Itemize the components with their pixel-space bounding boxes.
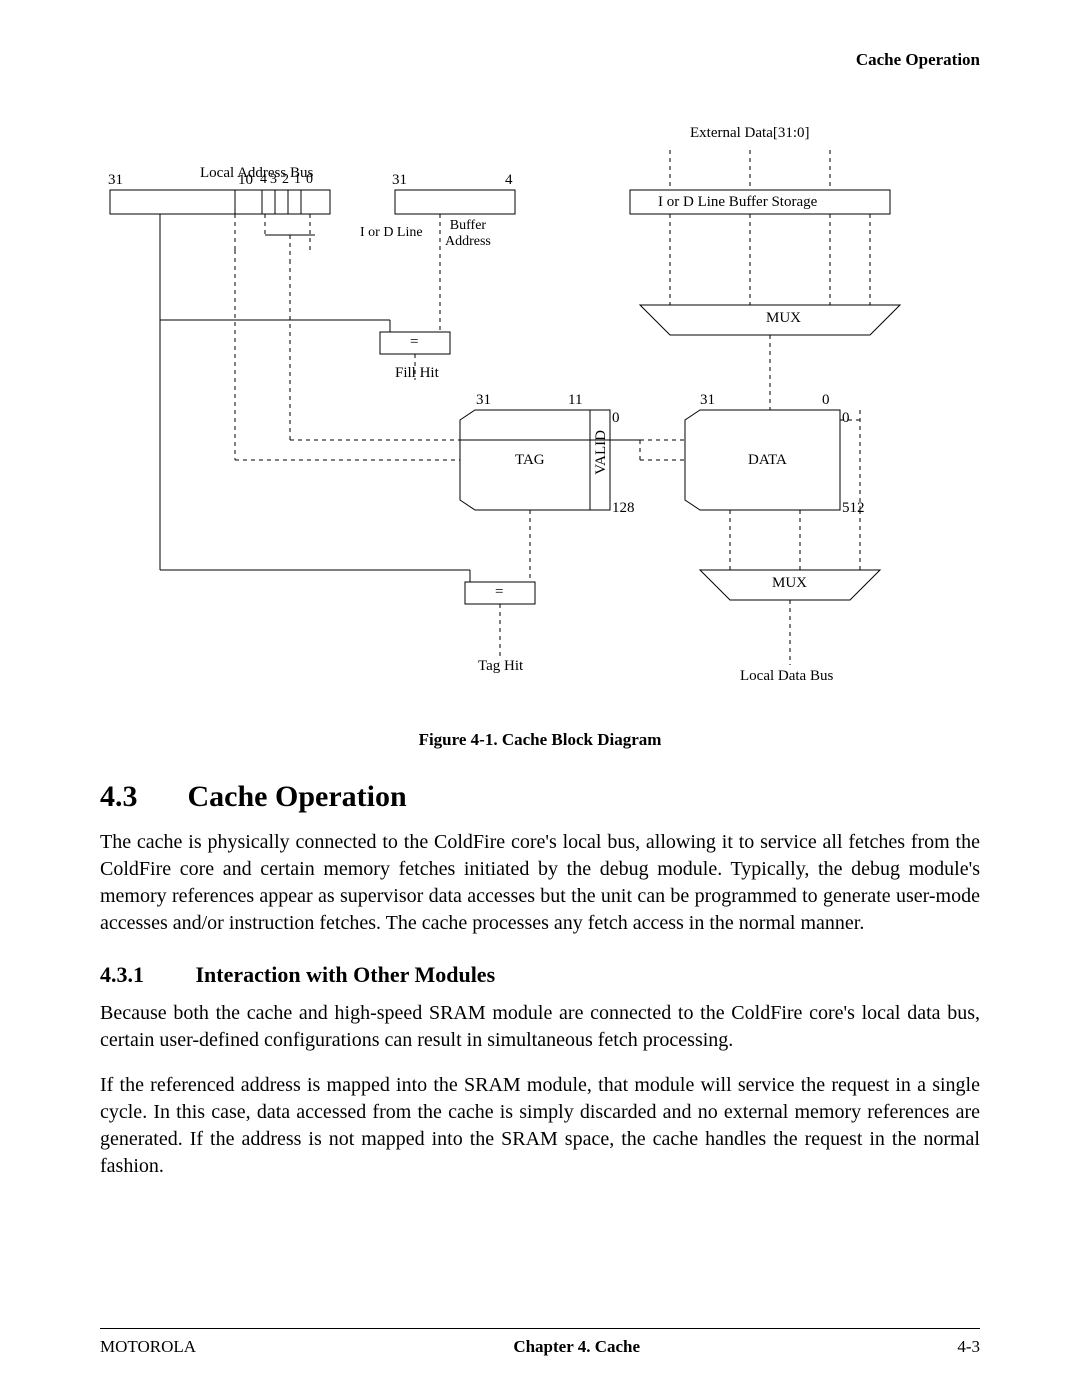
subsection-heading: 4.3.1 Interaction with Other Modules — [100, 962, 980, 988]
label-fill-hit: Fill Hit — [395, 365, 439, 382]
label-bit-0: 0 — [306, 172, 313, 188]
paragraph-1: The cache is physically connected to the… — [100, 829, 980, 937]
label-bit-d0s: 0 — [842, 410, 850, 427]
label-buffer-address: Buffer Address — [445, 218, 491, 250]
label-eq2: = — [495, 584, 503, 601]
label-data: DATA — [748, 452, 787, 469]
label-mux2: MUX — [772, 575, 807, 592]
label-512: 512 — [842, 500, 865, 517]
subsection-title: Interaction with Other Modules — [196, 962, 496, 987]
figure-caption: Figure 4-1. Cache Block Diagram — [100, 730, 980, 750]
running-head: Cache Operation — [100, 50, 980, 70]
label-bit-31a: 31 — [108, 172, 123, 189]
label-bit-c11: 11 — [568, 392, 582, 409]
section-heading: 4.3 Cache Operation — [100, 780, 980, 814]
label-bit-10: 10 — [238, 172, 253, 189]
label-tag: TAG — [515, 452, 545, 469]
label-bit-d31: 31 — [700, 392, 715, 409]
label-bit-c0: 0 — [612, 410, 620, 427]
label-bit-1: 1 — [294, 172, 301, 188]
label-bit-b4: 4 — [505, 172, 513, 189]
cache-block-diagram: External Data[31:0] Local Address Bus 31… — [100, 110, 980, 710]
label-eq1: = — [410, 334, 418, 351]
subsection-number: 4.3.1 — [100, 962, 190, 988]
label-bit-2: 2 — [282, 172, 289, 188]
label-valid: VALID — [593, 430, 610, 475]
label-128: 128 — [612, 500, 635, 517]
section-title: Cache Operation — [188, 780, 407, 813]
page-footer: MOTOROLA Chapter 4. Cache 4-3 — [100, 1328, 980, 1357]
label-tag-hit: Tag Hit — [478, 658, 523, 675]
label-i-or-d-line: I or D Line — [360, 225, 423, 241]
footer-center: Chapter 4. Cache — [513, 1337, 640, 1357]
label-bit-4: 4 — [260, 172, 267, 188]
label-local-data-bus: Local Data Bus — [740, 668, 833, 685]
label-bit-b31: 31 — [392, 172, 407, 189]
label-mux1: MUX — [766, 310, 801, 327]
section-number: 4.3 — [100, 780, 180, 814]
paragraph-2: Because both the cache and high-speed SR… — [100, 1000, 980, 1054]
paragraph-3: If the referenced address is mapped into… — [100, 1072, 980, 1180]
footer-left: MOTOROLA — [100, 1337, 196, 1357]
label-external-data: External Data[31:0] — [690, 125, 810, 142]
label-bit-3: 3 — [270, 172, 277, 188]
page: Cache Operation — [0, 0, 1080, 1397]
label-line-buffer: I or D Line Buffer Storage — [658, 194, 817, 211]
label-bit-c31: 31 — [476, 392, 491, 409]
footer-right: 4-3 — [957, 1337, 980, 1357]
label-bit-d0t: 0 — [822, 392, 830, 409]
